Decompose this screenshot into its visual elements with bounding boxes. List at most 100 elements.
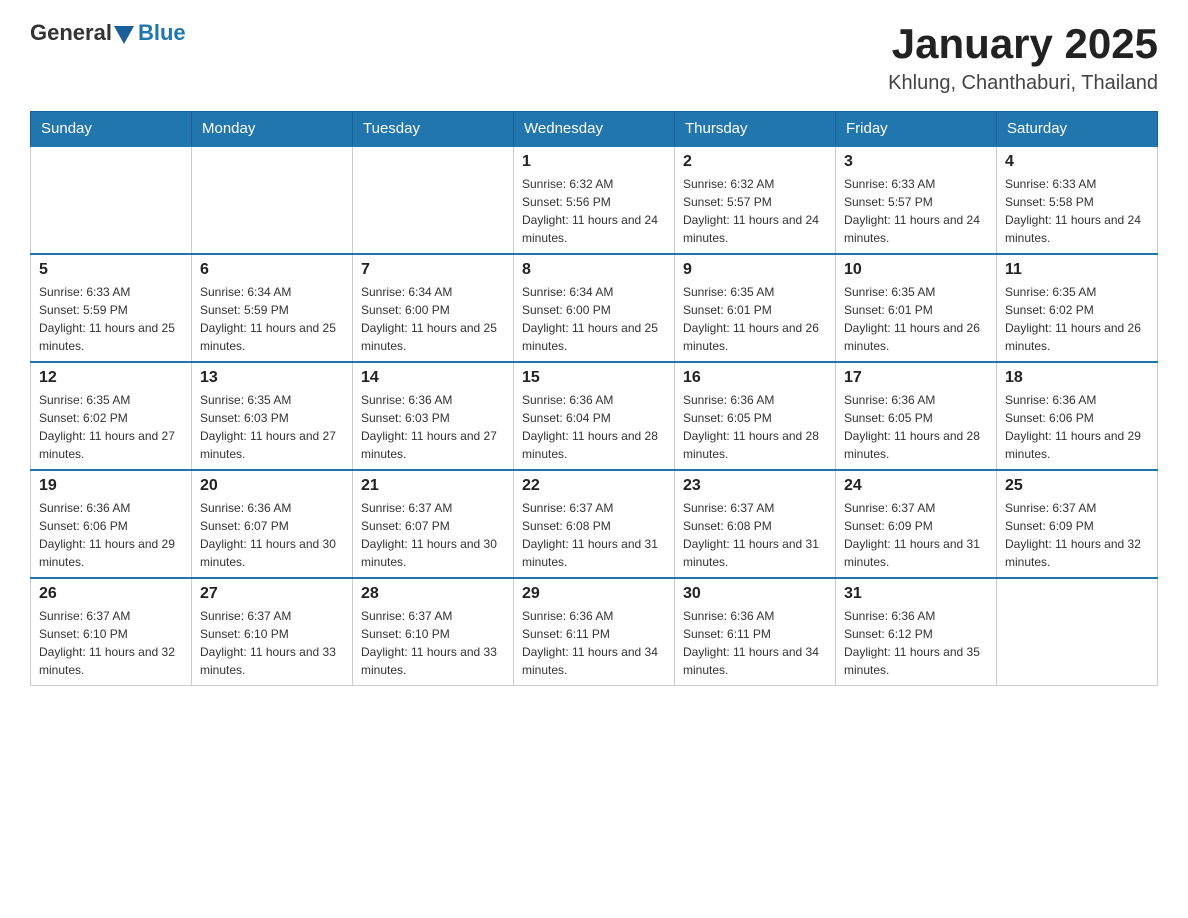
day-number: 5	[39, 261, 183, 279]
day-number: 2	[683, 153, 827, 171]
day-of-week-header: Monday	[192, 112, 353, 147]
month-title: January 2025	[888, 20, 1158, 68]
day-number: 14	[361, 369, 505, 387]
day-number: 22	[522, 477, 666, 495]
calendar-cell: 19Sunrise: 6:36 AMSunset: 6:06 PMDayligh…	[31, 470, 192, 578]
day-number: 4	[1005, 153, 1149, 171]
calendar-cell: 21Sunrise: 6:37 AMSunset: 6:07 PMDayligh…	[353, 470, 514, 578]
calendar-cell	[192, 146, 353, 254]
day-info: Sunrise: 6:36 AMSunset: 6:04 PMDaylight:…	[522, 391, 666, 463]
day-number: 31	[844, 585, 988, 603]
calendar-cell: 23 Sunrise: 6:37 AMSunset: 6:08 PMDayligh…	[675, 470, 836, 578]
day-info: Sunrise: 6:32 AMSunset: 5:56 PMDaylight:…	[522, 175, 666, 247]
calendar-cell: 14Sunrise: 6:36 AMSunset: 6:03 PMDayligh…	[353, 362, 514, 470]
logo-general-text: General	[30, 20, 112, 46]
day-of-week-header: Thursday	[675, 112, 836, 147]
day-info: Sunrise: 6:36 AMSunset: 6:11 PMDaylight:…	[522, 607, 666, 679]
calendar-week-row: 1Sunrise: 6:32 AMSunset: 5:56 PMDaylight…	[31, 146, 1158, 254]
day-number: 8	[522, 261, 666, 279]
day-info: Sunrise: 6:36 AMSunset: 6:12 PMDaylight:…	[844, 607, 988, 679]
calendar-cell: 25Sunrise: 6:37 AMSunset: 6:09 PMDayligh…	[997, 470, 1158, 578]
calendar-cell: 18 Sunrise: 6:36 AMSunset: 6:06 PMDayligh…	[997, 362, 1158, 470]
day-number: 19	[39, 477, 183, 495]
day-info: Sunrise: 6:36 AMSunset: 6:11 PMDaylight:…	[683, 607, 827, 679]
day-number: 29	[522, 585, 666, 603]
day-info: Sunrise: 6:34 AMSunset: 5:59 PMDaylight:…	[200, 283, 344, 355]
day-info: Sunrise: 6:35 AMSunset: 6:01 PMDaylight:…	[844, 283, 988, 355]
day-number: 13	[200, 369, 344, 387]
calendar-cell: 8Sunrise: 6:34 AMSunset: 6:00 PMDaylight…	[514, 254, 675, 362]
calendar-cell: 6 Sunrise: 6:34 AMSunset: 5:59 PMDaylight…	[192, 254, 353, 362]
day-number: 18	[1005, 369, 1149, 387]
calendar-cell: 17Sunrise: 6:36 AMSunset: 6:05 PMDayligh…	[836, 362, 997, 470]
calendar-cell: 4Sunrise: 6:33 AMSunset: 5:58 PMDaylight…	[997, 146, 1158, 254]
day-info: Sunrise: 6:37 AMSunset: 6:08 PMDaylight:…	[683, 499, 827, 571]
day-number: 28	[361, 585, 505, 603]
calendar-cell: 12 Sunrise: 6:35 AMSunset: 6:02 PMDayligh…	[31, 362, 192, 470]
calendar-cell: 1Sunrise: 6:32 AMSunset: 5:56 PMDaylight…	[514, 146, 675, 254]
logo: General Blue	[30, 20, 186, 46]
calendar-cell: 11 Sunrise: 6:35 AMSunset: 6:02 PMDayligh…	[997, 254, 1158, 362]
calendar-cell: 28Sunrise: 6:37 AMSunset: 6:10 PMDayligh…	[353, 578, 514, 686]
calendar-cell: 10Sunrise: 6:35 AMSunset: 6:01 PMDayligh…	[836, 254, 997, 362]
day-info: Sunrise: 6:37 AMSunset: 6:07 PMDaylight:…	[361, 499, 505, 571]
day-number: 3	[844, 153, 988, 171]
calendar-cell: 30 Sunrise: 6:36 AMSunset: 6:11 PMDayligh…	[675, 578, 836, 686]
day-number: 24	[844, 477, 988, 495]
day-number: 23	[683, 477, 827, 495]
title-section: January 2025 Khlung, Chanthaburi, Thaila…	[888, 20, 1158, 95]
calendar-cell: 7 Sunrise: 6:34 AMSunset: 6:00 PMDaylight…	[353, 254, 514, 362]
calendar-cell: 9 Sunrise: 6:35 AMSunset: 6:01 PMDaylight…	[675, 254, 836, 362]
calendar-cell: 2 Sunrise: 6:32 AMSunset: 5:57 PMDaylight…	[675, 146, 836, 254]
calendar-week-row: 26Sunrise: 6:37 AMSunset: 6:10 PMDayligh…	[31, 578, 1158, 686]
day-number: 30	[683, 585, 827, 603]
day-number: 12	[39, 369, 183, 387]
calendar-week-row: 12 Sunrise: 6:35 AMSunset: 6:02 PMDayligh…	[31, 362, 1158, 470]
day-of-week-header: Wednesday	[514, 112, 675, 147]
day-info: Sunrise: 6:36 AMSunset: 6:06 PMDaylight:…	[1005, 391, 1149, 463]
calendar-cell: 22 Sunrise: 6:37 AMSunset: 6:08 PMDayligh…	[514, 470, 675, 578]
day-info: Sunrise: 6:36 AMSunset: 6:05 PMDaylight:…	[844, 391, 988, 463]
day-info: Sunrise: 6:35 AMSunset: 6:01 PMDaylight:…	[683, 283, 827, 355]
day-of-week-header: Friday	[836, 112, 997, 147]
calendar-cell: 31 Sunrise: 6:36 AMSunset: 6:12 PMDayligh…	[836, 578, 997, 686]
day-of-week-header: Sunday	[31, 112, 192, 147]
calendar-cell: 15 Sunrise: 6:36 AMSunset: 6:04 PMDayligh…	[514, 362, 675, 470]
day-number: 16	[683, 369, 827, 387]
day-number: 6	[200, 261, 344, 279]
calendar-cell: 27 Sunrise: 6:37 AMSunset: 6:10 PMDayligh…	[192, 578, 353, 686]
calendar-table: SundayMondayTuesdayWednesdayThursdayFrid…	[30, 111, 1158, 686]
day-info: Sunrise: 6:37 AMSunset: 6:10 PMDaylight:…	[200, 607, 344, 679]
day-info: Sunrise: 6:34 AMSunset: 6:00 PMDaylight:…	[361, 283, 505, 355]
day-info: Sunrise: 6:36 AMSunset: 6:05 PMDaylight:…	[683, 391, 827, 463]
calendar-header-row: SundayMondayTuesdayWednesdayThursdayFrid…	[31, 112, 1158, 147]
day-number: 11	[1005, 261, 1149, 279]
day-info: Sunrise: 6:37 AMSunset: 6:10 PMDaylight:…	[39, 607, 183, 679]
day-number: 9	[683, 261, 827, 279]
location-title: Khlung, Chanthaburi, Thailand	[888, 72, 1158, 95]
day-number: 7	[361, 261, 505, 279]
calendar-week-row: 19Sunrise: 6:36 AMSunset: 6:06 PMDayligh…	[31, 470, 1158, 578]
day-info: Sunrise: 6:33 AMSunset: 5:57 PMDaylight:…	[844, 175, 988, 247]
calendar-cell: 13 Sunrise: 6:35 AMSunset: 6:03 PMDayligh…	[192, 362, 353, 470]
day-info: Sunrise: 6:35 AMSunset: 6:02 PMDaylight:…	[1005, 283, 1149, 355]
day-info: Sunrise: 6:35 AMSunset: 6:03 PMDaylight:…	[200, 391, 344, 463]
day-info: Sunrise: 6:37 AMSunset: 6:09 PMDaylight:…	[1005, 499, 1149, 571]
day-info: Sunrise: 6:32 AMSunset: 5:57 PMDaylight:…	[683, 175, 827, 247]
calendar-cell: 29 Sunrise: 6:36 AMSunset: 6:11 PMDayligh…	[514, 578, 675, 686]
calendar-cell	[997, 578, 1158, 686]
day-info: Sunrise: 6:35 AMSunset: 6:02 PMDaylight:…	[39, 391, 183, 463]
calendar-cell: 26Sunrise: 6:37 AMSunset: 6:10 PMDayligh…	[31, 578, 192, 686]
day-of-week-header: Saturday	[997, 112, 1158, 147]
day-number: 27	[200, 585, 344, 603]
calendar-cell	[353, 146, 514, 254]
calendar-week-row: 5Sunrise: 6:33 AMSunset: 5:59 PMDaylight…	[31, 254, 1158, 362]
day-info: Sunrise: 6:36 AMSunset: 6:07 PMDaylight:…	[200, 499, 344, 571]
calendar-cell: 20Sunrise: 6:36 AMSunset: 6:07 PMDayligh…	[192, 470, 353, 578]
page-header: General Blue January 2025 Khlung, Chanth…	[30, 20, 1158, 95]
logo-blue-text: Blue	[138, 20, 186, 46]
day-number: 15	[522, 369, 666, 387]
calendar-cell	[31, 146, 192, 254]
day-info: Sunrise: 6:37 AMSunset: 6:08 PMDaylight:…	[522, 499, 666, 571]
calendar-cell: 3 Sunrise: 6:33 AMSunset: 5:57 PMDaylight…	[836, 146, 997, 254]
